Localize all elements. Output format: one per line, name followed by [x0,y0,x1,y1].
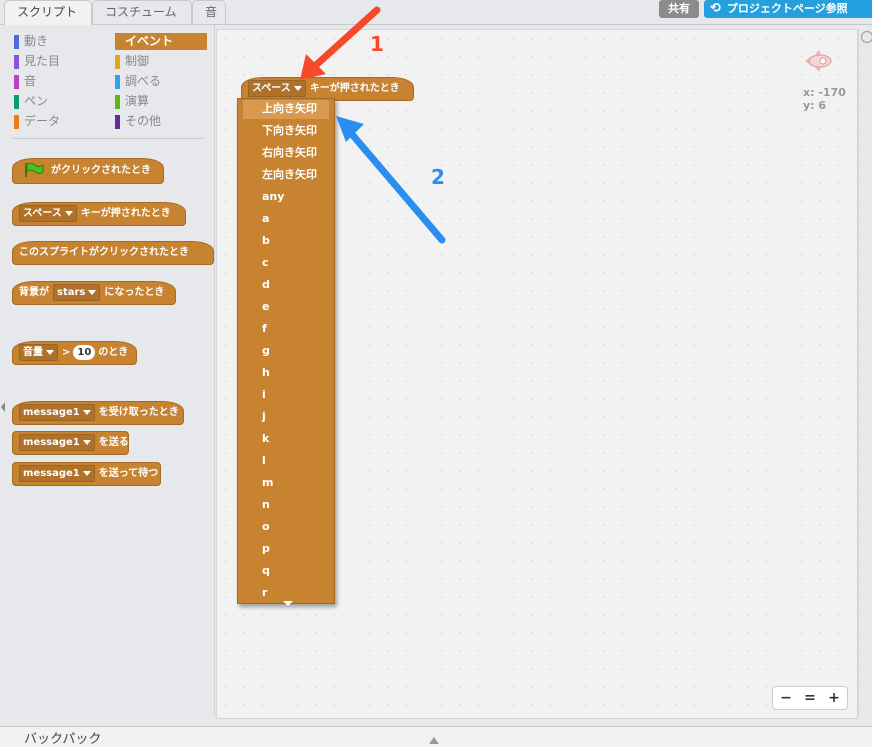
backpack-label: バックパック [24,732,102,747]
annotation-overlay [300,6,446,244]
tab-scripts-label: スクリプト [17,5,78,19]
backpack-bar[interactable]: バックパック [0,726,872,747]
tab-scripts[interactable]: スクリプト [4,0,92,25]
annotation-label-1: 1 [370,32,384,56]
blue-annotation-arrow [336,116,446,244]
red-annotation-arrow [300,6,381,80]
annotation-label-2: 2 [431,165,445,189]
backpack-expand-icon[interactable] [429,733,439,747]
